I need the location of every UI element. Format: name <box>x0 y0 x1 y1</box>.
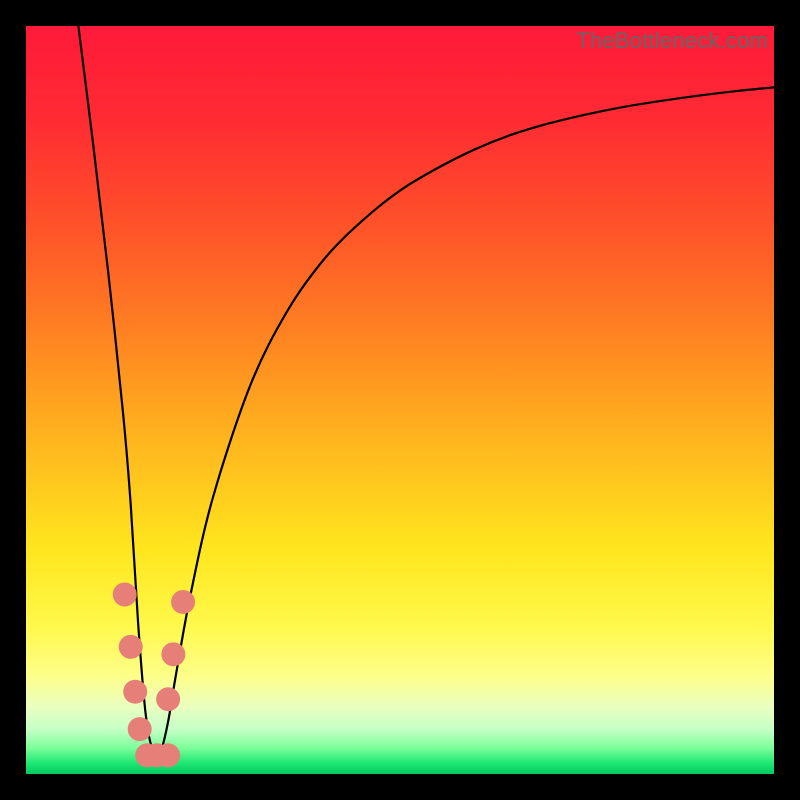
marker-dot <box>156 743 180 767</box>
plot-area: TheBottleneck.com <box>26 26 774 774</box>
marker-dot <box>113 582 137 606</box>
marker-dot <box>119 635 143 659</box>
marker-dot <box>156 687 180 711</box>
marker-dot <box>128 717 152 741</box>
gradient-background <box>26 26 774 774</box>
bottleneck-chart <box>26 26 774 774</box>
marker-dot <box>161 642 185 666</box>
chart-frame: TheBottleneck.com <box>0 0 800 800</box>
marker-dot <box>123 680 147 704</box>
watermark-text: TheBottleneck.com <box>576 28 768 54</box>
marker-dot <box>171 590 195 614</box>
